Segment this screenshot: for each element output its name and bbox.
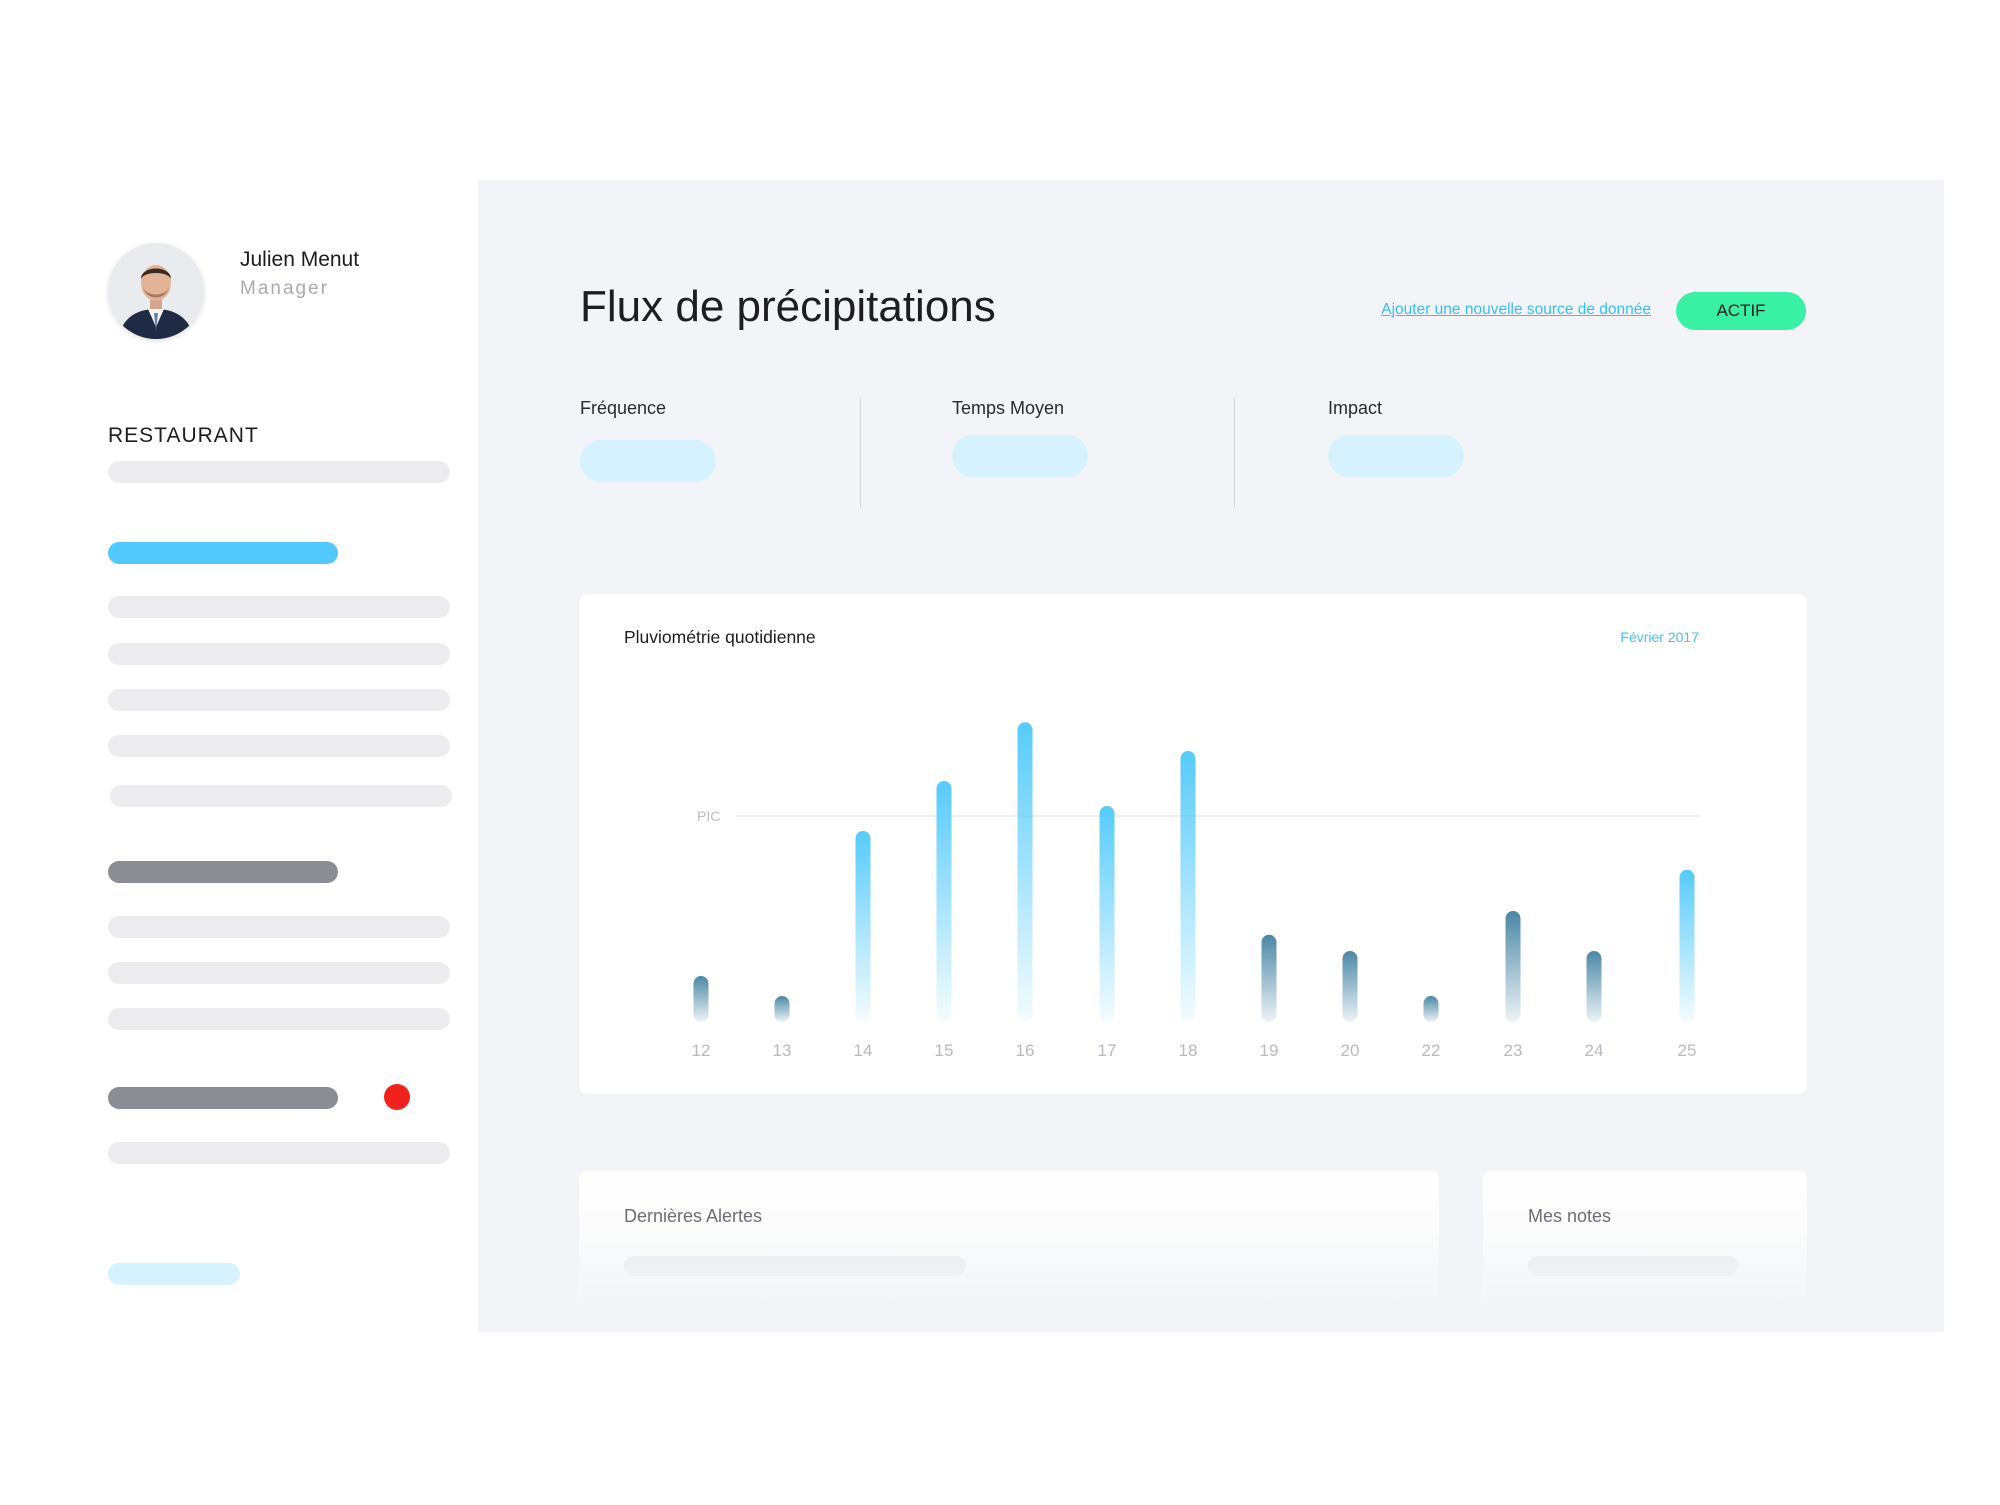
- kpi-divider: [860, 398, 861, 508]
- sidebar-item[interactable]: [108, 735, 450, 757]
- chart-bar[interactable]: [1017, 722, 1033, 1022]
- alert-placeholder: [624, 1256, 966, 1276]
- kpi-value-placeholder: [580, 440, 716, 482]
- page-title: Flux de précipitations: [580, 282, 996, 331]
- sidebar-item[interactable]: [108, 596, 450, 618]
- sidebar-item-active[interactable]: [108, 542, 338, 564]
- kpi-divider: [1234, 398, 1235, 508]
- chart-bar[interactable]: [693, 976, 709, 1022]
- note-placeholder: [1528, 1256, 1738, 1276]
- rainfall-chart-card: Pluviométrie quotidienne Février 2017 PI…: [579, 594, 1807, 1094]
- alerts-title: Dernières Alertes: [624, 1206, 763, 1226]
- x-tick-label: 15: [935, 1041, 954, 1060]
- chart-bar[interactable]: [1180, 751, 1196, 1022]
- chart-bar[interactable]: [855, 831, 871, 1022]
- x-tick-label: 23: [1504, 1041, 1523, 1060]
- chart-bar[interactable]: [1099, 806, 1115, 1022]
- x-tick-label: 13: [773, 1041, 792, 1060]
- kpi-value-placeholder: [1328, 435, 1464, 477]
- x-tick-label: 25: [1678, 1041, 1697, 1060]
- user-role: Manager: [240, 278, 329, 299]
- sidebar-section-title: RESTAURANT: [108, 424, 259, 447]
- user-name: Julien Menut: [240, 248, 360, 271]
- sidebar-item[interactable]: [108, 962, 450, 984]
- sidebar-item[interactable]: [108, 461, 450, 483]
- sidebar-item[interactable]: [108, 916, 450, 938]
- x-tick-label: 22: [1422, 1041, 1441, 1060]
- x-tick-label: 18: [1179, 1041, 1198, 1060]
- chart-bar[interactable]: [1505, 911, 1521, 1022]
- x-tick-label: 17: [1098, 1041, 1117, 1060]
- sidebar-item[interactable]: [108, 689, 450, 711]
- status-button[interactable]: ACTIF: [1676, 292, 1806, 330]
- notification-dot: [384, 1084, 410, 1110]
- x-tick-label: 14: [854, 1041, 873, 1060]
- sidebar-group-header[interactable]: [108, 1087, 338, 1109]
- user-portrait-icon: [108, 243, 204, 339]
- chart-bar[interactable]: [1423, 996, 1439, 1022]
- alerts-card: Dernières Alertes: [579, 1171, 1439, 1332]
- x-tick-label: 24: [1585, 1041, 1604, 1060]
- notes-card: Mes notes: [1483, 1171, 1807, 1332]
- reference-line-label: PIC: [697, 808, 720, 824]
- kpi-label: Temps Moyen: [952, 398, 1065, 418]
- app-root: Julien Menut Manager RESTAURANT Flux de …: [0, 0, 2000, 1505]
- main-panel: Flux de précipitations Ajouter une nouve…: [478, 180, 1944, 1332]
- chart-bar[interactable]: [936, 781, 952, 1022]
- sidebar-footer-item[interactable]: [108, 1263, 240, 1285]
- kpi-label: Impact: [1328, 398, 1383, 418]
- sidebar-item[interactable]: [108, 1142, 450, 1164]
- sidebar-item[interactable]: [110, 785, 452, 807]
- notes-title: Mes notes: [1528, 1206, 1612, 1226]
- sidebar-item[interactable]: [108, 643, 450, 665]
- kpi-label: Fréquence: [580, 398, 667, 418]
- x-tick-label: 19: [1260, 1041, 1279, 1060]
- sidebar-item[interactable]: [108, 1008, 450, 1030]
- sidebar-group-header[interactable]: [108, 861, 338, 883]
- x-tick-label: 16: [1016, 1041, 1035, 1060]
- rainfall-chart: PIC 12 13 14 15 16 17 18 19 20 22 23 24 25: [692, 722, 1701, 1060]
- chart-bar[interactable]: [1261, 934, 1277, 1022]
- kpi-value-placeholder: [952, 435, 1088, 477]
- x-tick-label: 20: [1341, 1041, 1360, 1060]
- chart-bar[interactable]: [1586, 951, 1602, 1022]
- add-data-source-link[interactable]: Ajouter une nouvelle source de donnée: [1381, 301, 1651, 319]
- kpi-frequency: Fréquence: [580, 398, 716, 482]
- avatar[interactable]: [108, 243, 204, 339]
- kpi-average-time: Temps Moyen: [952, 398, 1088, 477]
- chart-bar[interactable]: [774, 996, 790, 1022]
- x-tick-label: 12: [692, 1041, 711, 1060]
- kpi-impact: Impact: [1328, 398, 1464, 477]
- chart-bar[interactable]: [1342, 951, 1358, 1022]
- chart-bar[interactable]: [1679, 869, 1695, 1022]
